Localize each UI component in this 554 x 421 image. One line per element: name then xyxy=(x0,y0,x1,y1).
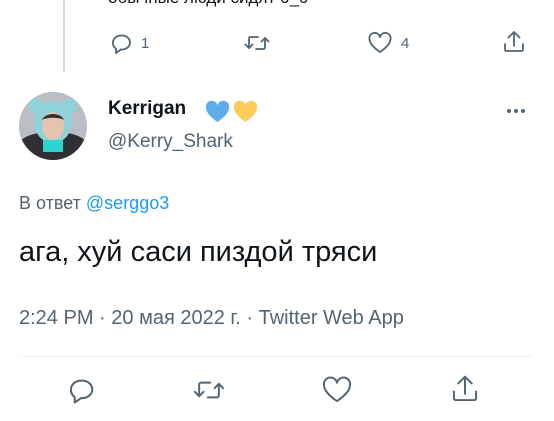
tweet-text: ага, хуй саси пиздой тряси xyxy=(19,236,378,268)
tweet-date[interactable]: 20 мая 2022 г. xyxy=(111,307,241,329)
share-icon xyxy=(452,375,478,402)
author-handle[interactable]: @Kerry_Shark xyxy=(108,131,233,153)
retweet-icon xyxy=(244,36,270,50)
meta-separator: · xyxy=(240,307,259,329)
tweet-metadata: 2:24 PM · 20 мая 2022 г. · Twitter Web A… xyxy=(19,307,404,330)
tweet-source[interactable]: Twitter Web App xyxy=(259,307,404,329)
share-button[interactable] xyxy=(450,373,480,405)
reply-prefix: В ответ xyxy=(19,193,81,213)
more-dot xyxy=(514,109,518,113)
more-dot xyxy=(521,109,525,113)
retweet-icon xyxy=(193,381,225,399)
avatar-image xyxy=(19,92,87,160)
more-options-button[interactable] xyxy=(503,104,529,118)
avatar[interactable] xyxy=(19,92,87,160)
previous-reply-button[interactable]: 1 xyxy=(109,31,149,55)
name-emoji-badges xyxy=(204,100,259,124)
previous-tweet-text: обычные люди сидят 0_0 xyxy=(108,0,308,8)
reply-context: В ответ @serggo3 xyxy=(19,193,169,214)
previous-like-button[interactable]: 4 xyxy=(367,31,409,55)
reply-count: 1 xyxy=(141,34,150,52)
reply-button[interactable] xyxy=(66,375,96,405)
like-icon xyxy=(368,31,392,53)
thread-connector-line xyxy=(63,0,65,72)
retweet-button[interactable] xyxy=(193,375,225,405)
reply-icon xyxy=(70,379,94,404)
author-name[interactable]: Kerrigan xyxy=(108,98,186,120)
reply-icon xyxy=(112,34,131,54)
blue-heart-icon xyxy=(205,100,230,122)
previous-share-button[interactable] xyxy=(502,29,526,55)
divider xyxy=(19,356,532,357)
more-dot xyxy=(507,109,511,113)
share-icon xyxy=(504,31,524,52)
reply-mention-link[interactable]: @serggo3 xyxy=(86,193,169,213)
like-icon xyxy=(322,376,352,403)
yellow-heart-icon xyxy=(233,100,258,122)
meta-separator: · xyxy=(93,307,112,329)
like-button[interactable] xyxy=(321,375,353,405)
like-count: 4 xyxy=(401,34,410,52)
previous-retweet-button[interactable] xyxy=(244,31,270,55)
tweet-time[interactable]: 2:24 PM xyxy=(19,307,93,329)
